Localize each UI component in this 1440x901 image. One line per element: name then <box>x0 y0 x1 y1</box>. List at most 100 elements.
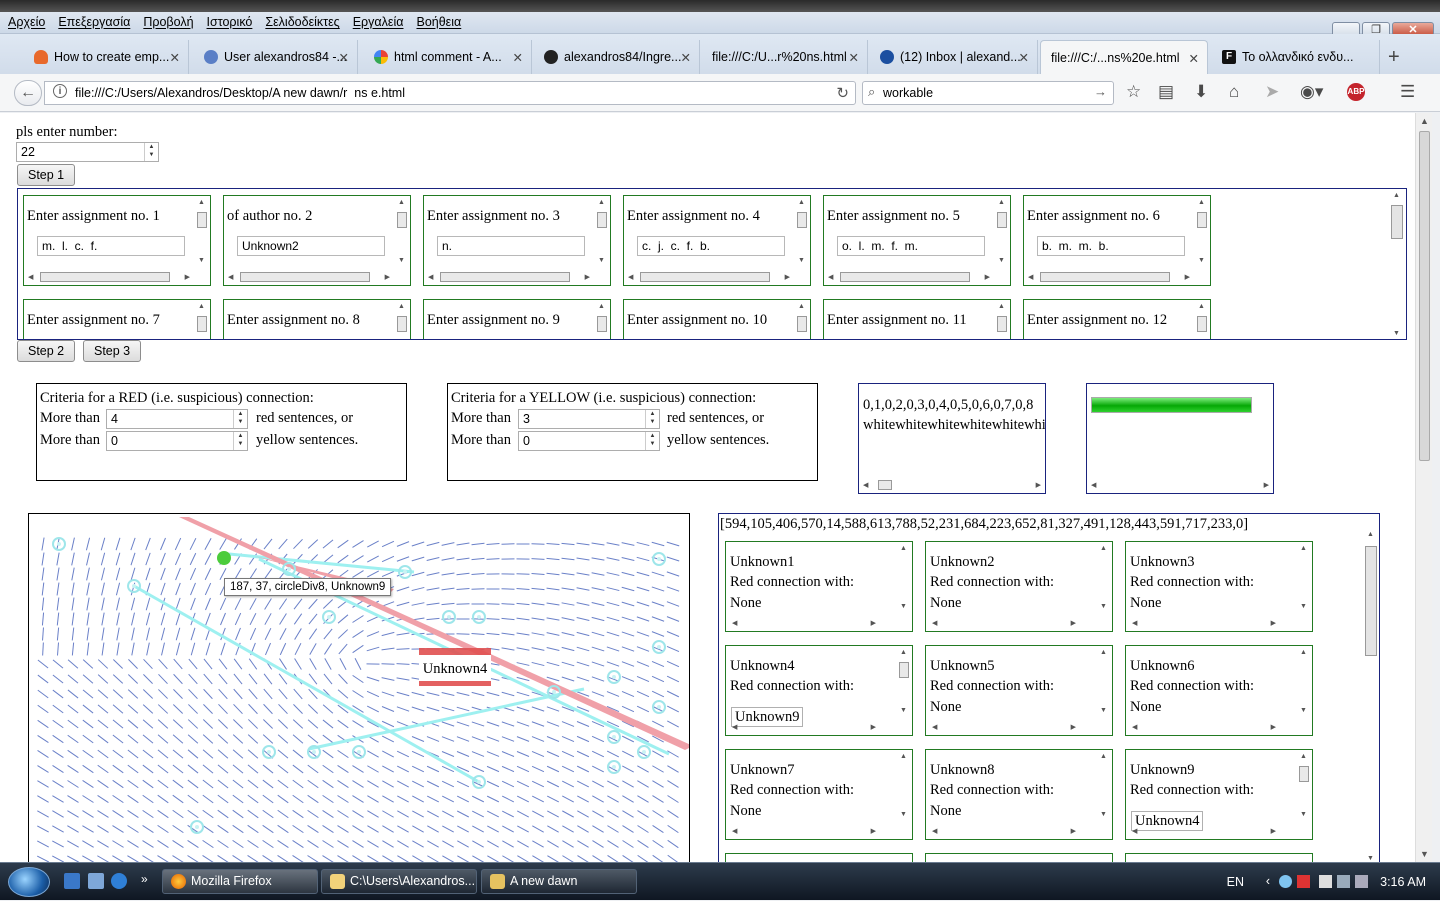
card-horizontal-scrollbar[interactable]: ◀▶ <box>928 721 1094 733</box>
results-panel[interactable]: [594,105,406,570,14,588,613,788,52,231,6… <box>718 513 1380 862</box>
card-horizontal-scrollbar[interactable]: ◀▶ <box>728 721 894 733</box>
card-vertical-scrollbar[interactable]: ▲▼ <box>196 302 208 340</box>
switch-windows-icon[interactable] <box>88 873 104 889</box>
card-vertical-scrollbar[interactable]: ▲▼ <box>898 648 910 714</box>
assignment-card[interactable]: Enter assignment no. 5o. l. m. f. m.▲▼◀▶ <box>823 195 1011 286</box>
card-horizontal-scrollbar[interactable]: ◀▶ <box>728 825 894 837</box>
yellow-threshold-yellow-input[interactable]: 0 ▲▼ <box>518 431 660 451</box>
card-vertical-scrollbar[interactable]: ▲▼ <box>1298 648 1310 714</box>
card-vertical-scrollbar[interactable]: ▲▼ <box>996 198 1008 264</box>
tab-4[interactable]: alexandros84/Ingre... ✕ <box>534 40 700 74</box>
menu-help[interactable]: Βοήθεια <box>416 15 461 29</box>
quick-launch-chevron-icon[interactable]: » <box>141 872 148 886</box>
card-horizontal-scrollbar[interactable]: ◀▶ <box>226 271 392 283</box>
step-1-button[interactable]: Step 1 <box>17 164 75 186</box>
url-bar[interactable]: i file:///C:/Users/Alexandros/Desktop/A … <box>44 81 856 105</box>
result-card[interactable]: Unknown1Red connection with:None▲▼◀▶ <box>725 541 913 632</box>
close-tab-icon[interactable]: ✕ <box>513 50 523 65</box>
internet-explorer-icon[interactable] <box>111 873 127 889</box>
assignment-card[interactable]: Enter assignment no. 12▲▼ <box>1023 299 1211 340</box>
spinner-icon[interactable]: ▲▼ <box>233 410 247 428</box>
step-2-button[interactable]: Step 2 <box>17 340 75 362</box>
menu-bookmarks[interactable]: Σελιδοδείκτες <box>265 15 339 29</box>
results-scrollbar[interactable]: ▲▼ <box>1363 528 1379 862</box>
shield-icon[interactable]: ◉▾ <box>1300 82 1323 102</box>
result-card[interactable]: Unknown8Red connection with:None▲▼◀▶ <box>925 749 1113 840</box>
card-vertical-scrollbar[interactable]: ▲▼ <box>796 198 808 264</box>
assignment-card[interactable]: Enter assignment no. 3n.▲▼◀▶ <box>423 195 611 286</box>
card-horizontal-scrollbar[interactable]: ◀▶ <box>1026 271 1192 283</box>
card-vertical-scrollbar[interactable]: ▲▼ <box>196 198 208 264</box>
card-horizontal-scrollbar[interactable]: ◀▶ <box>1128 825 1294 837</box>
adblock-icon[interactable]: ABP <box>1347 83 1365 101</box>
tab-2[interactable]: User alexandros84 -... ✕ <box>194 40 358 74</box>
menu-file[interactable]: Αρχείο <box>8 15 45 29</box>
assignment-card[interactable]: Enter assignment no. 11▲▼ <box>823 299 1011 340</box>
start-button[interactable] <box>8 867 50 897</box>
progress-horizontal-scrollbar[interactable]: ◀▶ <box>1089 479 1271 491</box>
card-horizontal-scrollbar[interactable]: ◀▶ <box>426 271 592 283</box>
result-card[interactable] <box>725 853 913 862</box>
assignment-card[interactable]: Enter assignment no. 8▲▼ <box>223 299 411 340</box>
connection-graph[interactable]: Unknown4 <box>28 513 690 862</box>
output-horizontal-scrollbar[interactable]: ◀▶ <box>861 479 1043 491</box>
close-tab-icon[interactable]: ✕ <box>681 50 691 65</box>
tab-3[interactable]: html comment - A... ✕ <box>364 40 532 74</box>
bookmark-star-icon[interactable]: ☆ <box>1126 82 1141 102</box>
card-horizontal-scrollbar[interactable]: ◀▶ <box>928 825 1094 837</box>
card-vertical-scrollbar[interactable]: ▲▼ <box>1098 752 1110 818</box>
clock[interactable]: 3:16 AM <box>1380 875 1426 889</box>
tray-chevron-icon[interactable]: ‹ <box>1266 874 1270 888</box>
menu-edit[interactable]: Επεξεργασία <box>58 15 130 29</box>
close-tab-icon[interactable]: ✕ <box>339 50 349 65</box>
assignment-input[interactable]: Unknown2 <box>237 236 385 256</box>
show-desktop-icon[interactable] <box>64 873 80 889</box>
assignment-input[interactable]: c. j. c. f. b. <box>637 236 785 256</box>
step-3-button[interactable]: Step 3 <box>83 340 141 362</box>
search-bar[interactable]: ⌕ workable → <box>862 81 1114 105</box>
card-horizontal-scrollbar[interactable]: ◀▶ <box>26 271 192 283</box>
assignment-input[interactable]: b. m. m. b. <box>1037 236 1185 256</box>
send-icon[interactable]: ➤ <box>1265 82 1279 102</box>
go-arrow-icon[interactable]: → <box>1094 84 1107 99</box>
menu-tools[interactable]: Εργαλεία <box>353 15 404 29</box>
security-icon[interactable] <box>1297 875 1310 888</box>
spinner-icon[interactable]: ▲▼ <box>144 143 158 161</box>
card-vertical-scrollbar[interactable]: ▲▼ <box>396 302 408 340</box>
result-card[interactable]: Unknown2Red connection with:None▲▼◀▶ <box>925 541 1113 632</box>
tab-8[interactable]: F Το ολλανδικό ενδυ... <box>1212 40 1380 74</box>
card-vertical-scrollbar[interactable]: ▲▼ <box>1298 752 1310 818</box>
yellow-threshold-red-input[interactable]: 3 ▲▼ <box>518 409 660 429</box>
card-vertical-scrollbar[interactable]: ▲▼ <box>996 302 1008 340</box>
close-tab-icon[interactable]: ✕ <box>849 50 859 65</box>
close-tab-icon[interactable]: ✕ <box>1019 50 1029 65</box>
result-card[interactable] <box>925 853 1113 862</box>
home-icon[interactable]: ⌂ <box>1229 82 1239 102</box>
taskbar-notepad[interactable]: C:\Users\Alexandros... <box>321 869 477 894</box>
assignment-input[interactable]: m. l. c. f. <box>37 236 185 256</box>
close-tab-icon[interactable]: ✕ <box>1189 51 1199 66</box>
assignment-card[interactable]: Enter assignment no. 4c. j. c. f. b.▲▼◀▶ <box>623 195 811 286</box>
tab-1[interactable]: How to create emp... ✕ <box>24 40 189 74</box>
grid-scrollbar[interactable]: ▲▼ <box>1390 191 1404 337</box>
tab-7-active[interactable]: file:///C:/...ns%20e.html ✕ <box>1040 40 1208 74</box>
card-vertical-scrollbar[interactable]: ▲▼ <box>396 198 408 264</box>
assignment-card[interactable]: Enter assignment no. 9▲▼ <box>423 299 611 340</box>
red-threshold-red-input[interactable]: 4 ▲▼ <box>106 409 248 429</box>
result-card[interactable]: Unknown4Red connection with:Unknown9▲▼◀▶ <box>725 645 913 736</box>
spinner-icon[interactable]: ▲▼ <box>233 432 247 450</box>
card-horizontal-scrollbar[interactable]: ◀▶ <box>1128 617 1294 629</box>
card-vertical-scrollbar[interactable]: ▲▼ <box>596 302 608 340</box>
result-card[interactable]: Unknown7Red connection with:None▲▼◀▶ <box>725 749 913 840</box>
reload-icon[interactable]: ↻ <box>836 84 849 102</box>
new-tab-button[interactable]: + <box>1388 46 1400 69</box>
back-button[interactable]: ← <box>14 80 42 106</box>
tab-5[interactable]: file:///C:/U...r%20ns.html ✕ <box>702 40 868 74</box>
result-card[interactable] <box>1125 853 1313 862</box>
spinner-icon[interactable]: ▲▼ <box>645 410 659 428</box>
taskbar-firefox[interactable]: Mozilla Firefox <box>162 869 318 894</box>
assignment-card[interactable]: of author no. 2Unknown2▲▼◀▶ <box>223 195 411 286</box>
volume-icon[interactable] <box>1355 875 1368 888</box>
taskbar-folder[interactable]: A new dawn <box>481 869 637 894</box>
spinner-icon[interactable]: ▲▼ <box>645 432 659 450</box>
